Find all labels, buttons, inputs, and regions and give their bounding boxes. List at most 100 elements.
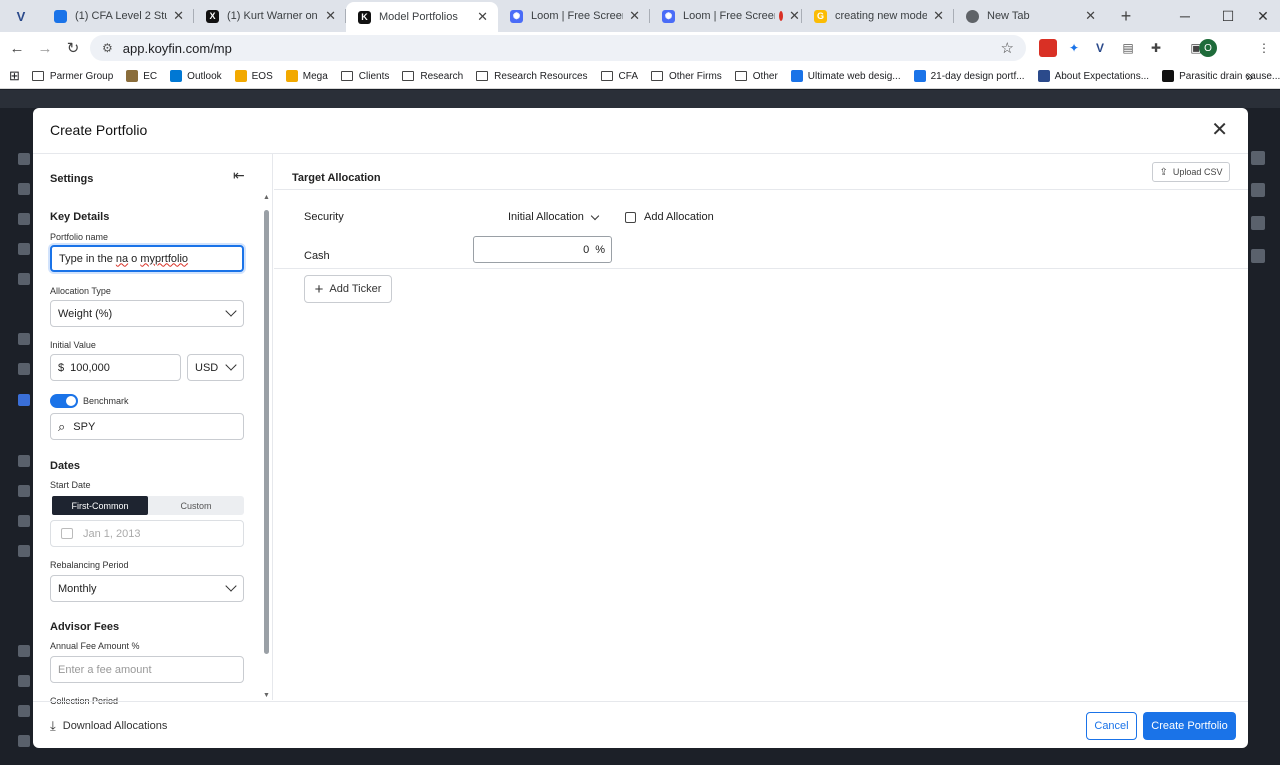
extension-red-icon[interactable] (1039, 39, 1057, 57)
allocation-type-value: Weight (%) (58, 307, 113, 320)
bookmark-folder[interactable]: Research (402, 71, 463, 82)
first-common-option[interactable]: First-Common (52, 496, 148, 515)
close-window-icon[interactable]: ✕ (1246, 0, 1280, 32)
annual-fee-label: Annual Fee Amount % (50, 641, 140, 651)
address-bar[interactable]: ⚙ app.koyfin.com/mp ☆ (90, 35, 1026, 61)
extension-clipboard-icon[interactable]: ▤ (1119, 39, 1137, 57)
maximize-icon[interactable]: ☐ (1211, 0, 1245, 32)
bookmark-item[interactable]: EOS (234, 70, 273, 82)
bookmarks-overflow-icon[interactable]: » (1246, 69, 1253, 84)
add-allocation-button[interactable]: Add Allocation (625, 211, 714, 223)
site-info-icon[interactable]: ⚙ (102, 41, 113, 55)
cancel-button[interactable]: Cancel (1086, 712, 1137, 740)
scroll-down-icon[interactable]: ▼ (263, 692, 270, 699)
browser-tab-active[interactable]: K Model Portfolios ✕ (346, 2, 498, 32)
initial-allocation-dropdown[interactable]: Initial Allocation (508, 211, 600, 223)
bookmark-star-icon[interactable]: ☆ (1001, 39, 1014, 57)
bookmark-folder[interactable]: Clients (340, 71, 389, 82)
cash-value: 0 (583, 243, 590, 256)
add-ticker-button[interactable]: + Add Ticker (304, 275, 392, 303)
allocation-type-label: Allocation Type (50, 286, 111, 296)
upload-csv-button[interactable]: ⇪ Upload CSV (1152, 162, 1230, 182)
browser-tab[interactable]: New Tab ✕ (954, 0, 1106, 32)
bookmark-folder[interactable]: Other (734, 70, 778, 82)
initial-allocation-label: Initial Allocation (508, 211, 584, 223)
cash-allocation-input[interactable]: 0 % (473, 236, 612, 263)
tab-close-icon[interactable]: ✕ (933, 8, 944, 24)
download-allocations-button[interactable]: ⤓ Download Allocations (50, 718, 167, 734)
custom-option[interactable]: Custom (148, 496, 244, 515)
folder-icon (31, 71, 44, 81)
url-text: app.koyfin.com/mp (122, 40, 232, 56)
forward-icon[interactable]: → (31, 34, 59, 62)
sidebar-file-icon (18, 705, 30, 717)
annual-fee-input[interactable]: Enter a fee amount (50, 656, 244, 683)
dates-heading: Dates (50, 460, 80, 472)
scroll-thumb[interactable] (264, 210, 269, 654)
advisor-fees-heading: Advisor Fees (50, 621, 120, 633)
back-icon[interactable]: ← (3, 34, 31, 62)
chevron-down-icon (590, 211, 600, 220)
minimize-icon[interactable]: ─ (1168, 0, 1202, 32)
bookmark-item[interactable]: Mega (285, 70, 328, 82)
annual-fee-placeholder: Enter a fee amount (58, 663, 152, 676)
allocation-type-select[interactable]: Weight (%) (50, 300, 244, 327)
benchmark-search-input[interactable]: ⌕ SPY (50, 413, 244, 440)
benchmark-value: SPY (73, 420, 96, 433)
sidebar-globe-icon (18, 153, 30, 165)
create-portfolio-button[interactable]: Create Portfolio (1143, 712, 1236, 740)
tab-close-icon[interactable]: ✕ (173, 8, 184, 24)
browser-tab[interactable]: X (1) Kurt Warner on X: "@ ✕ (194, 0, 346, 32)
extension-color-icon[interactable]: ✦ (1065, 39, 1083, 57)
tab-close-icon[interactable]: ✕ (789, 8, 800, 24)
reload-icon[interactable]: ↻ (59, 34, 87, 62)
collapse-panel-icon[interactable]: ⇤ (233, 167, 245, 184)
bookmark-item[interactable]: Ultimate web desig... (790, 70, 901, 82)
bookmark-folder[interactable]: Parmer Group (31, 71, 113, 82)
apps-grid-icon[interactable]: ⊞ (9, 68, 20, 84)
new-tab-button[interactable]: + (1112, 2, 1140, 30)
bookmark-folder[interactable]: CFA (600, 71, 638, 82)
rebalancing-value: Monthly (58, 582, 97, 595)
extensions-puzzle-icon[interactable]: ✚ (1147, 39, 1165, 57)
browser-tab[interactable]: ✺ Loom | Free Screen & Vi ✕ (498, 0, 650, 32)
browser-tab[interactable]: ✺ Loom | Free Screen & ✕ (650, 0, 802, 32)
start-date-input[interactable]: Jan 1, 2013 (50, 520, 244, 547)
benchmark-toggle[interactable] (50, 394, 78, 408)
tab-close-icon[interactable]: ✕ (629, 8, 640, 24)
portfolio-name-text-d: myprtfolio (140, 252, 189, 265)
settings-scrollbar[interactable]: ▲ ▼ (262, 194, 272, 700)
bookmark-item[interactable]: Outlook (170, 70, 222, 82)
bookmark-item[interactable]: 21-day design portf... (913, 70, 1025, 82)
divider (274, 268, 1248, 269)
koyfin-favicon-icon: K (358, 10, 371, 24)
browser-tab[interactable]: (1) CFA Level 2 Study No ✕ (42, 0, 194, 32)
tab-close-icon[interactable]: ✕ (325, 8, 336, 24)
bookmark-item[interactable]: EC (126, 70, 157, 82)
profile-avatar[interactable]: O (1199, 39, 1217, 57)
tab-search-icon[interactable]: V (0, 2, 42, 30)
tab-close-icon[interactable]: ✕ (1085, 8, 1096, 24)
initial-value-input[interactable]: $ 100,000 (50, 354, 181, 381)
bookmark-folder[interactable]: Other Firms (651, 71, 722, 82)
portfolio-name-input[interactable]: Type in the na o myprtfolio (50, 245, 244, 272)
browser-tab[interactable]: G creating new model port ✕ (802, 0, 954, 32)
bookmark-label: Ultimate web desig... (807, 70, 901, 82)
menu-kebab-icon[interactable]: ⋮ (1255, 39, 1273, 57)
scroll-up-icon[interactable]: ▲ (263, 194, 270, 201)
extension-v-icon[interactable]: V (1091, 39, 1109, 57)
sidebar-chart-icon (18, 243, 30, 255)
bookmark-item[interactable]: Parasitic drain cause... (1162, 70, 1280, 82)
tab-close-icon[interactable]: ✕ (477, 9, 488, 25)
bookmark-label: Parasitic drain cause... (1179, 70, 1280, 82)
bookmark-folder[interactable]: Research Resources (476, 71, 588, 82)
tab-title: (1) CFA Level 2 Study No (75, 10, 167, 22)
right-chat-icon (1251, 151, 1265, 165)
modal-footer: ⤓ Download Allocations Cancel Create Por… (33, 701, 1248, 748)
rebalancing-select[interactable]: Monthly (50, 575, 244, 602)
sidebar-print-icon (18, 735, 30, 747)
currency-select[interactable]: USD (187, 354, 244, 381)
bookmark-label: Other (752, 70, 778, 82)
close-icon[interactable]: ✕ (1211, 120, 1228, 140)
bookmark-item[interactable]: About Expectations... (1037, 70, 1149, 82)
